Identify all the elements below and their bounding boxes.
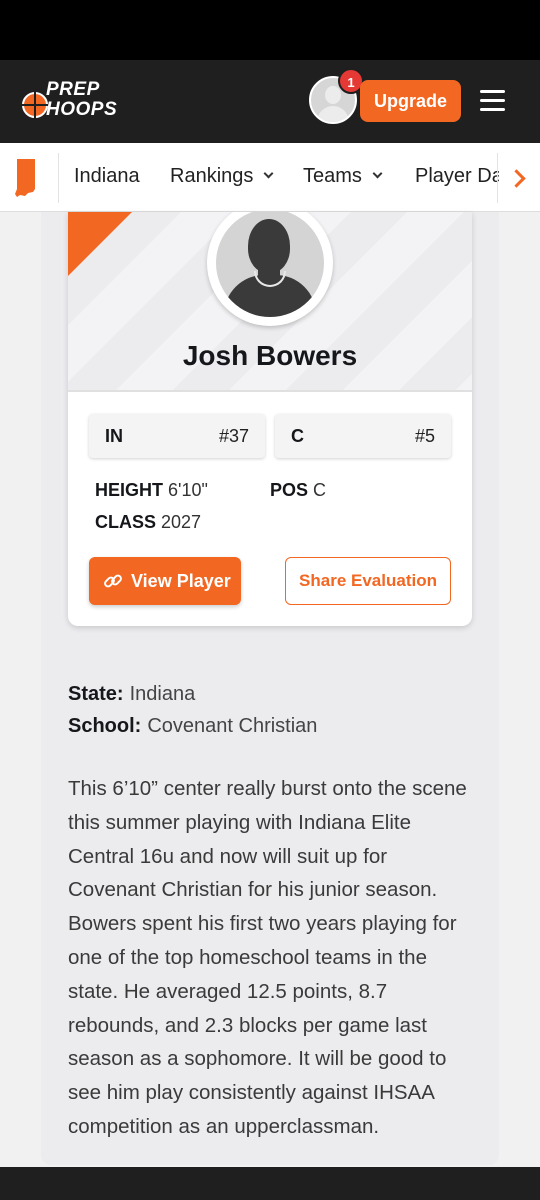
bottom-bar [0,1167,540,1200]
subnav-teams-label: Teams [303,165,362,187]
state-rank-label: IN [105,426,123,446]
state-info-label: State: [68,683,124,705]
class-label: CLASS [95,512,157,532]
state-rank-value: #37 [218,426,249,446]
subnav-item-teams[interactable]: Teams [303,165,383,188]
indiana-state-icon[interactable] [14,159,40,197]
pos-value: C [313,480,327,500]
subnav-item-player-database[interactable]: Player Da [415,165,503,188]
school-info-label: School: [68,715,142,737]
player-card: Josh Bowers IN #37 C #5 HEIGHT 6'10" POS C… [68,212,472,626]
prep-hoops-logo[interactable]: PREP HOOPS [20,78,126,126]
class-value: 2027 [161,512,202,532]
position-rank-value: #5 [414,426,435,446]
height-value: 6'10" [168,480,208,500]
class-attribute: CLASS 2027 [95,512,201,533]
top-header: PREP HOOPS 1 Upgrade [0,60,540,143]
school-info: School: Covenant Christian [68,715,317,738]
player-name: Josh Bowers [182,340,358,371]
height-attribute: HEIGHT 6'10" [95,480,208,501]
link-icon [104,574,122,588]
subnav-item-rankings[interactable]: Rankings [170,165,274,188]
sub-navigation: Indiana Rankings Teams Player Da [0,143,540,212]
chevron-down-icon [263,168,274,179]
status-bar [0,0,540,60]
state-info-value: Indiana [129,683,196,705]
chevron-right-icon[interactable] [499,143,540,211]
subnav-item-indiana[interactable]: Indiana [74,165,140,188]
pos-label: POS [270,480,309,500]
height-label: HEIGHT [95,480,164,500]
view-player-label: View Player [131,571,231,591]
view-player-button[interactable]: View Player [89,557,241,605]
logo-text-line2: HOOPS [46,99,118,120]
evaluation-text: This 6’10” center really burst onto the … [68,777,467,1138]
hamburger-menu-icon[interactable] [480,90,506,112]
position-attribute: POS C [270,480,326,501]
upgrade-button[interactable]: Upgrade [360,80,461,122]
school-info-value: Covenant Christian [147,715,318,737]
subnav-rankings-label: Rankings [170,165,254,187]
position-rank-label: C [291,426,304,446]
subnav-divider [58,153,59,203]
orange-corner-accent [68,212,132,276]
chevron-down-icon [372,168,383,179]
player-photo [207,212,333,326]
share-evaluation-button[interactable]: Share Evaluation [285,557,451,605]
subnav-divider [497,153,498,203]
basketball-icon [22,92,48,118]
logo-text-line1: PREP [46,79,100,100]
position-rank-chip[interactable]: C #5 [275,414,451,458]
state-rank-chip[interactable]: IN #37 [89,414,265,458]
state-info: State: Indiana [68,683,195,706]
content-area: Josh Bowers IN #37 C #5 HEIGHT 6'10" POS C… [0,212,540,1167]
